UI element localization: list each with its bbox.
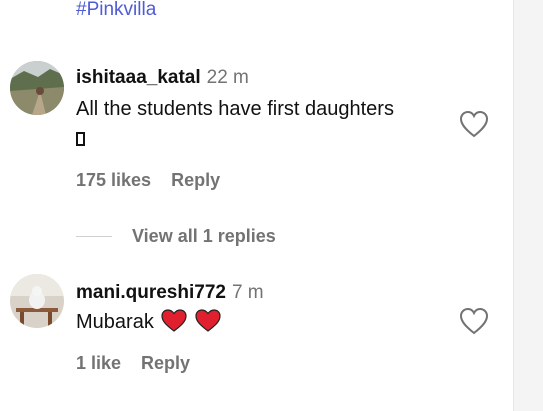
comment-text: Mubarak [76,307,221,342]
scrollbar-track[interactable] [513,0,543,411]
hashtag-link[interactable]: #Pinkvilla [76,0,156,23]
heart-outline-icon[interactable] [459,110,489,138]
red-heart-emoji [161,309,187,342]
reply-button[interactable]: Reply [141,353,190,373]
comment-meta: 1 like Reply [76,353,190,374]
like-count[interactable]: 1 like [76,353,121,373]
red-heart-emoji [195,309,221,342]
comment-username[interactable]: mani.qureshi772 7 m [76,282,264,304]
view-replies-label: View all 1 replies [132,225,276,246]
reply-button[interactable]: Reply [171,170,220,190]
missing-glyph-icon [76,132,85,146]
divider-line [76,235,112,237]
comment-time: 22 m [206,67,249,88]
comment-meta: 175 likes Reply [76,170,220,191]
like-count[interactable]: 175 likes [76,170,151,190]
comment-username[interactable]: ishitaaa_katal 22 m [76,67,249,89]
comment-time: 7 m [231,282,264,303]
avatar[interactable] [10,274,64,328]
comment-text: All the students have first daughters [76,94,394,154]
heart-outline-icon[interactable] [459,307,489,335]
avatar[interactable] [10,61,64,115]
view-replies-button[interactable]: View all 1 replies [76,224,276,248]
